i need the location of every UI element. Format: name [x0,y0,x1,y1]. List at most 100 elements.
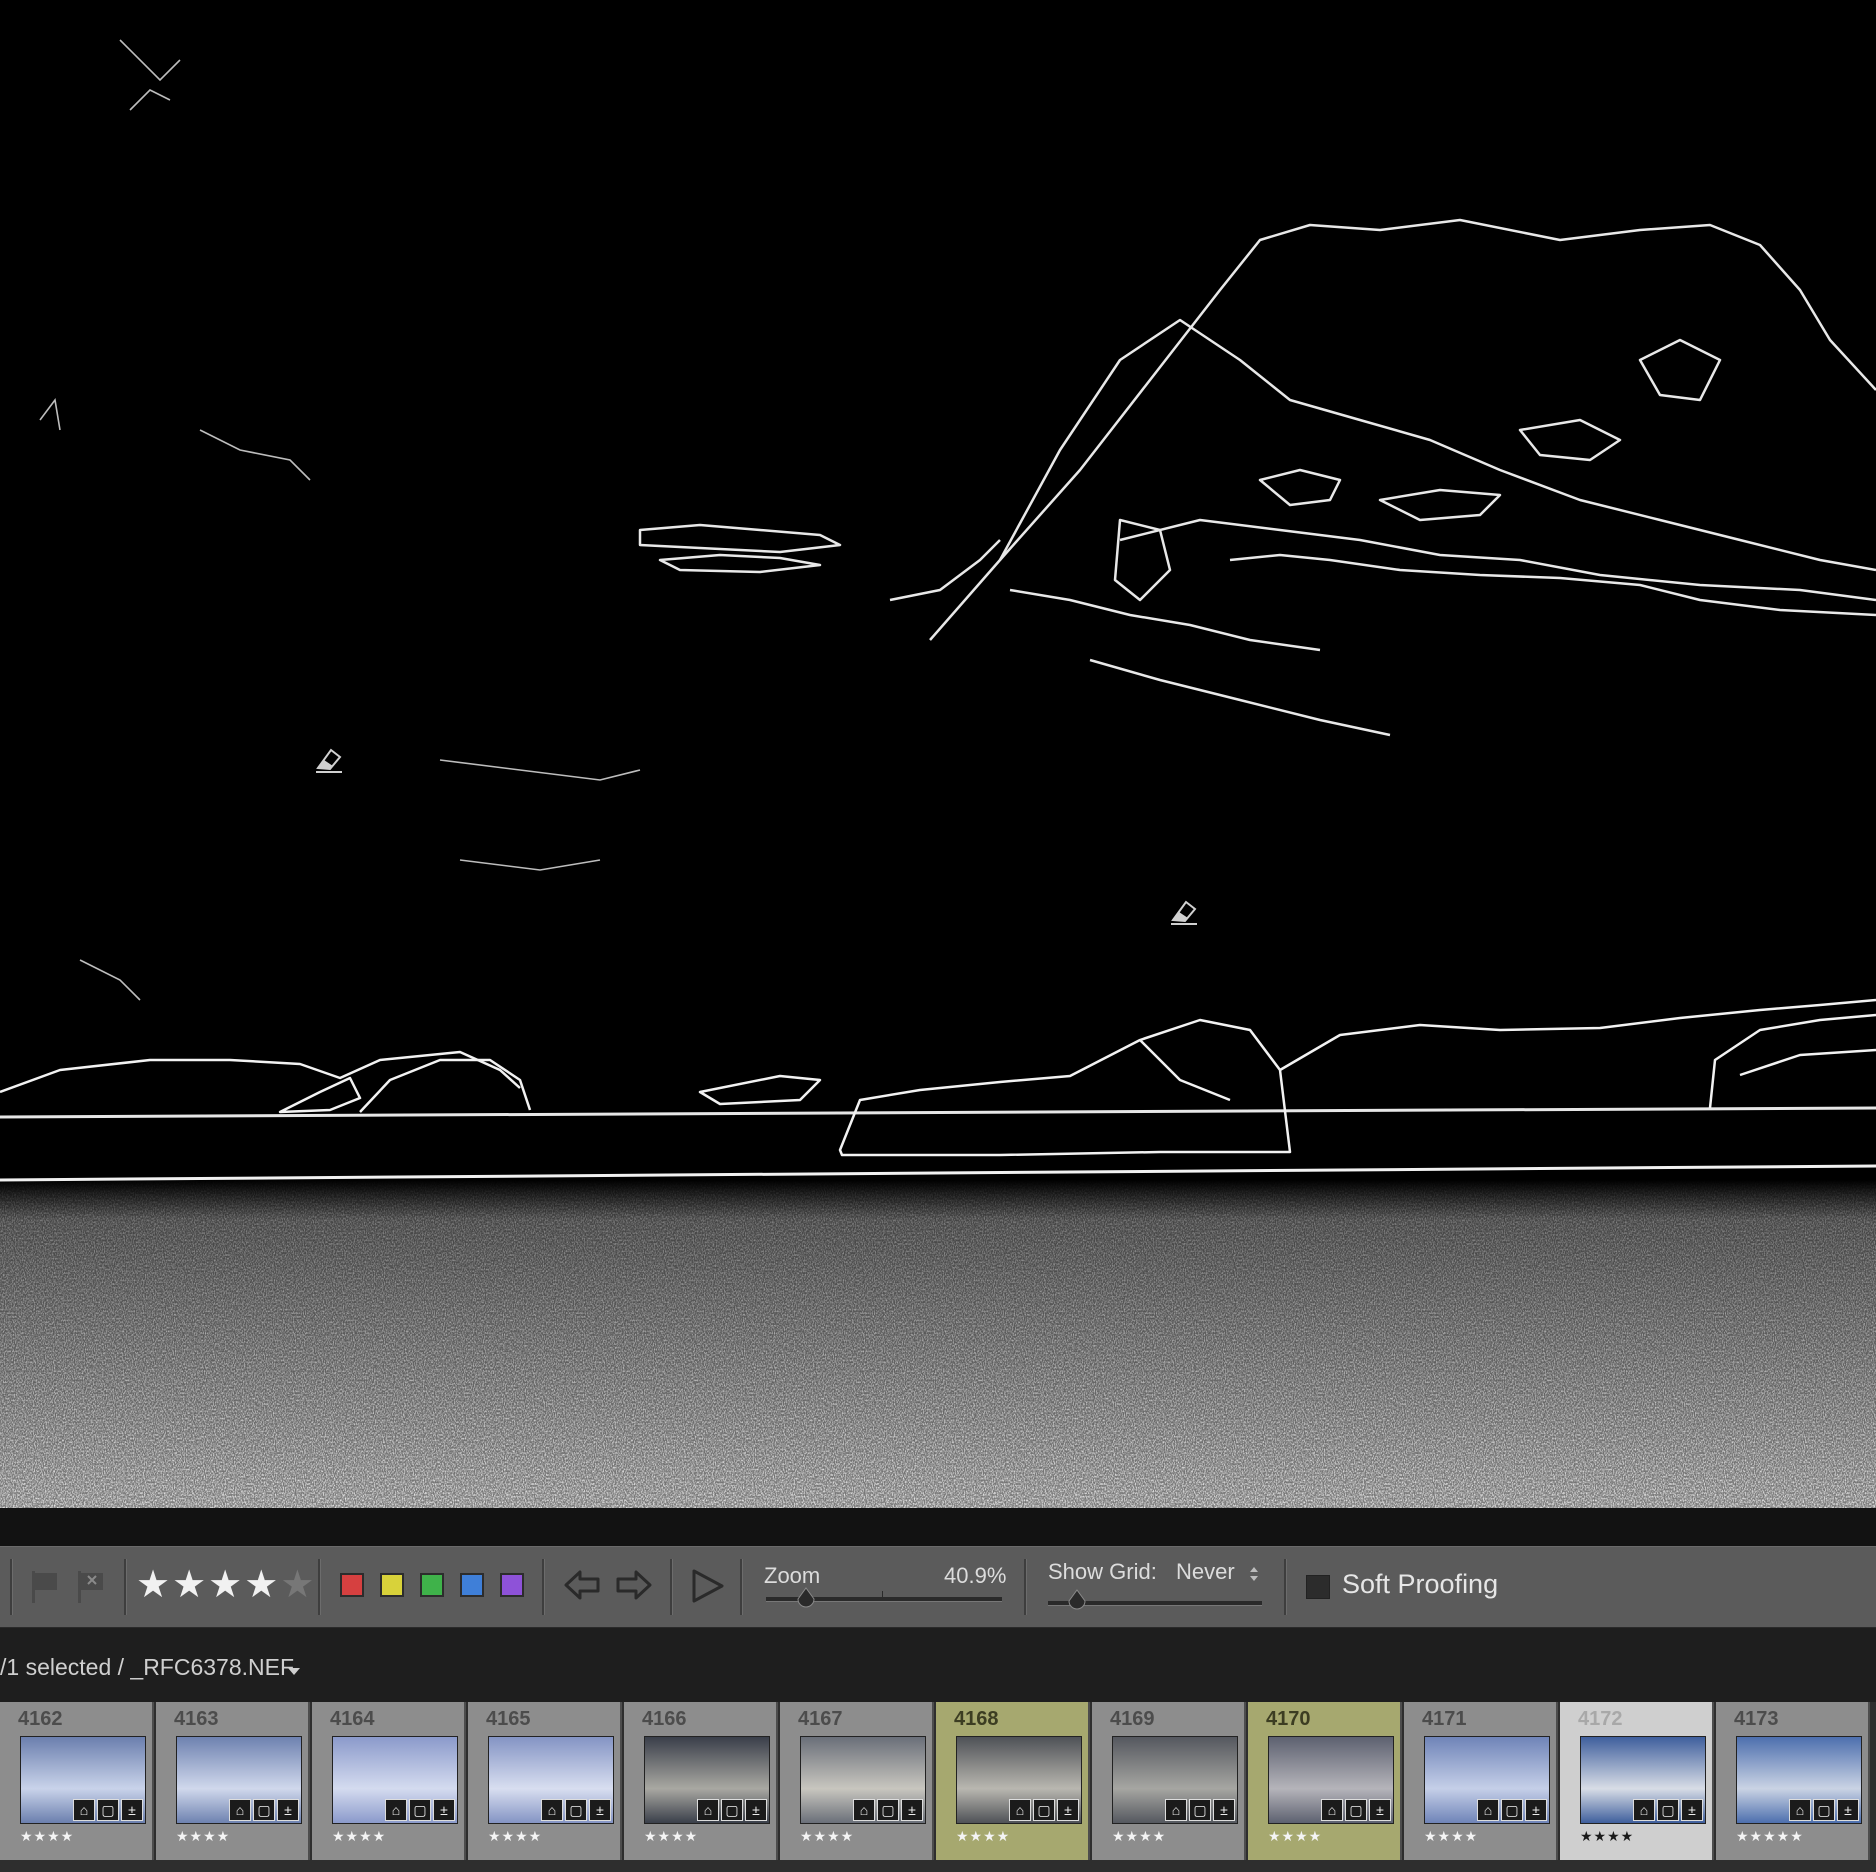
eraser-pin-icon[interactable] [312,742,346,776]
keyword-badge-icon[interactable]: ⌂ [541,1799,563,1821]
crop-badge-icon[interactable]: ▢ [877,1799,899,1821]
thumbnail-badges: ⌂ ▢ ± [1477,1799,1547,1821]
filmstrip-thumbnail[interactable]: ⌂ ▢ ± [956,1736,1082,1824]
filmstrip-cell[interactable]: 4172 ⌂ ▢ ± ★★★★ [1560,1702,1714,1860]
develop-badge-icon[interactable]: ± [589,1799,611,1821]
filmstrip-cell-number: 4165 [486,1708,531,1730]
purple-label-swatch[interactable] [500,1573,524,1597]
flag-icon[interactable] [30,1569,60,1610]
develop-badge-icon[interactable]: ± [1837,1799,1859,1821]
selection-status[interactable]: /1 selected / _RFC6378.NEF [0,1654,294,1681]
chevron-down-icon[interactable] [288,1668,300,1675]
filmstrip-thumbnail[interactable]: ⌂ ▢ ± [176,1736,302,1824]
filmstrip-cell-rating: ★★★★ [176,1828,231,1844]
play-icon[interactable] [688,1567,726,1610]
toolbar-separator [1284,1559,1287,1615]
toolbar-separator [10,1559,13,1615]
crop-badge-icon[interactable]: ▢ [409,1799,431,1821]
filmstrip-cell[interactable]: 4173 ⌂ ▢ ± ★★★★★ [1716,1702,1870,1860]
filmstrip-cell[interactable]: 4170 ⌂ ▢ ± ★★★★ [1248,1702,1402,1860]
crop-badge-icon[interactable]: ▢ [1033,1799,1055,1821]
filmstrip-thumbnail[interactable]: ⌂ ▢ ± [1268,1736,1394,1824]
keyword-badge-icon[interactable]: ⌂ [73,1799,95,1821]
rating-star[interactable]: ★ [136,1565,170,1605]
keyword-badge-icon[interactable]: ⌂ [1633,1799,1655,1821]
crop-badge-icon[interactable]: ▢ [1345,1799,1367,1821]
rating-star[interactable]: ★ [280,1565,314,1605]
develop-badge-icon[interactable]: ± [1681,1799,1703,1821]
filmstrip-thumbnail[interactable]: ⌂ ▢ ± [1112,1736,1238,1824]
filmstrip-thumbnail[interactable]: ⌂ ▢ ± [488,1736,614,1824]
filmstrip-thumbnail[interactable]: ⌂ ▢ ± [644,1736,770,1824]
keyword-badge-icon[interactable]: ⌂ [1321,1799,1343,1821]
keyword-badge-icon[interactable]: ⌂ [1789,1799,1811,1821]
filmstrip-thumbnail[interactable]: ⌂ ▢ ± [800,1736,926,1824]
keyword-badge-icon[interactable]: ⌂ [229,1799,251,1821]
arrow-left-icon[interactable] [562,1567,602,1608]
filmstrip-cell[interactable]: 4169 ⌂ ▢ ± ★★★★ [1092,1702,1246,1860]
select-stepper-icon[interactable] [1248,1563,1260,1590]
filmstrip-cell[interactable]: 4163 ⌂ ▢ ± ★★★★ [156,1702,310,1860]
develop-badge-icon[interactable]: ± [121,1799,143,1821]
show-grid-label: Show Grid: [1048,1559,1157,1584]
keyword-badge-icon[interactable]: ⌂ [853,1799,875,1821]
reject-flag-icon[interactable] [76,1569,108,1610]
edge-mask-image [0,0,1876,1508]
crop-badge-icon[interactable]: ▢ [1189,1799,1211,1821]
filmstrip-thumbnail[interactable]: ⌂ ▢ ± [1736,1736,1862,1824]
filmstrip-cell-rating: ★★★★ [956,1828,1011,1844]
filmstrip-cell[interactable]: 4164 ⌂ ▢ ± ★★★★ [312,1702,466,1860]
develop-badge-icon[interactable]: ± [901,1799,923,1821]
develop-badge-icon[interactable]: ± [1057,1799,1079,1821]
red-label-swatch[interactable] [340,1573,364,1597]
filmstrip-thumbnail[interactable]: ⌂ ▢ ± [20,1736,146,1824]
keyword-badge-icon[interactable]: ⌂ [385,1799,407,1821]
filmstrip-cell[interactable]: 4166 ⌂ ▢ ± ★★★★ [624,1702,778,1860]
filmstrip-thumbnail[interactable]: ⌂ ▢ ± [1580,1736,1706,1824]
star-rating[interactable]: ★ ★ ★ ★ ★ [136,1565,314,1605]
rating-star[interactable]: ★ [172,1565,206,1605]
crop-badge-icon[interactable]: ▢ [1657,1799,1679,1821]
crop-badge-icon[interactable]: ▢ [1501,1799,1523,1821]
keyword-badge-icon[interactable]: ⌂ [1165,1799,1187,1821]
grid-slider-thumb[interactable] [1066,1589,1088,1616]
soft-proofing-checkbox[interactable] [1306,1575,1330,1599]
keyword-badge-icon[interactable]: ⌂ [1009,1799,1031,1821]
rating-star[interactable]: ★ [244,1565,278,1605]
crop-badge-icon[interactable]: ▢ [97,1799,119,1821]
filmstrip-cell[interactable]: 4162 ⌂ ▢ ± ★★★★ [0,1702,154,1860]
show-grid-select[interactable]: Never [1176,1559,1235,1585]
viewport-bottom-band [0,1508,1876,1546]
filmstrip-thumbnail[interactable]: ⌂ ▢ ± [332,1736,458,1824]
develop-badge-icon[interactable]: ± [1525,1799,1547,1821]
filmstrip-thumbnail[interactable]: ⌂ ▢ ± [1424,1736,1550,1824]
keyword-badge-icon[interactable]: ⌂ [1477,1799,1499,1821]
filmstrip-cell[interactable]: 4171 ⌂ ▢ ± ★★★★ [1404,1702,1558,1860]
filmstrip-cell-number: 4171 [1422,1708,1467,1730]
filmstrip-cell-number: 4166 [642,1708,687,1730]
eraser-pin-icon[interactable] [1167,894,1201,928]
keyword-badge-icon[interactable]: ⌂ [697,1799,719,1821]
crop-badge-icon[interactable]: ▢ [1813,1799,1835,1821]
develop-badge-icon[interactable]: ± [1213,1799,1235,1821]
filmstrip-cell-rating: ★★★★ [1268,1828,1323,1844]
develop-badge-icon[interactable]: ± [745,1799,767,1821]
blue-label-swatch[interactable] [460,1573,484,1597]
develop-badge-icon[interactable]: ± [1369,1799,1391,1821]
thumbnail-badges: ⌂ ▢ ± [1789,1799,1859,1821]
rating-star[interactable]: ★ [208,1565,242,1605]
crop-badge-icon[interactable]: ▢ [721,1799,743,1821]
image-viewport[interactable] [0,0,1876,1508]
crop-badge-icon[interactable]: ▢ [253,1799,275,1821]
zoom-slider-thumb[interactable] [795,1587,817,1614]
yellow-label-swatch[interactable] [380,1573,404,1597]
filmstrip-cell[interactable]: 4167 ⌂ ▢ ± ★★★★ [780,1702,934,1860]
filmstrip-cell-rating: ★★★★ [332,1828,387,1844]
crop-badge-icon[interactable]: ▢ [565,1799,587,1821]
develop-badge-icon[interactable]: ± [277,1799,299,1821]
filmstrip-cell[interactable]: 4168 ⌂ ▢ ± ★★★★ [936,1702,1090,1860]
green-label-swatch[interactable] [420,1573,444,1597]
filmstrip-cell[interactable]: 4165 ⌂ ▢ ± ★★★★ [468,1702,622,1860]
arrow-right-icon[interactable] [614,1567,654,1608]
develop-badge-icon[interactable]: ± [433,1799,455,1821]
